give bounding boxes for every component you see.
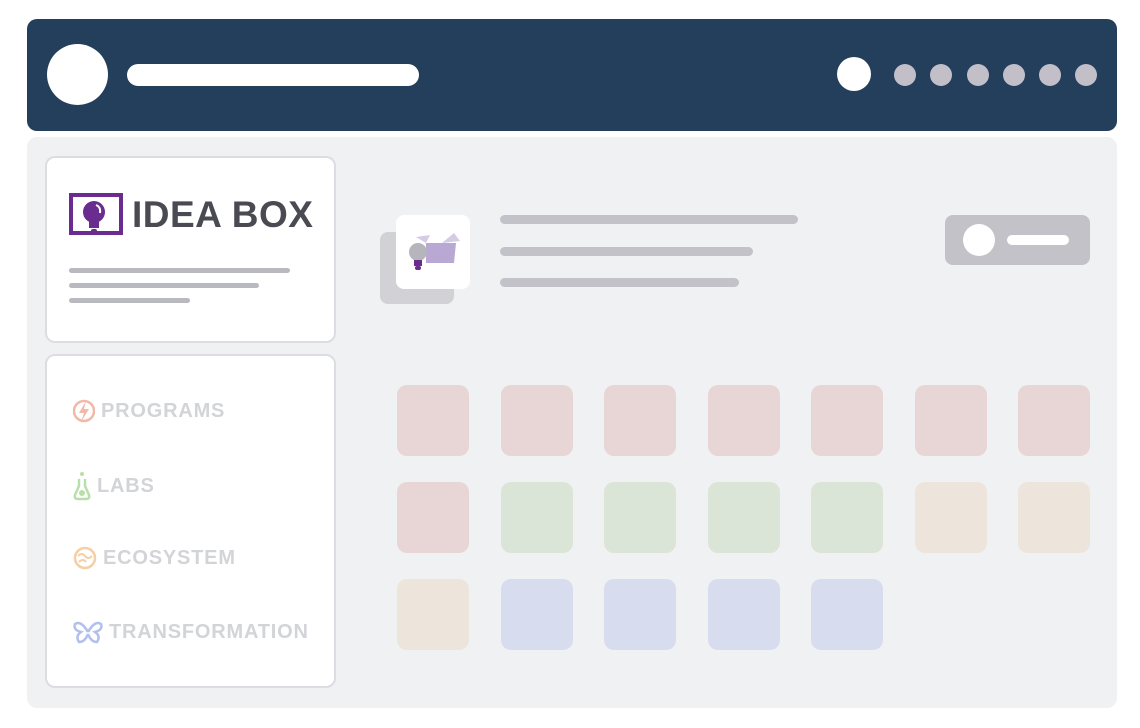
app-tile[interactable] [396,215,470,289]
butterfly-icon [73,621,103,644]
nav-label: LABS [97,474,155,497]
program-tile[interactable] [707,579,780,650]
program-tile[interactable] [707,385,780,456]
program-tile[interactable] [500,579,573,650]
brand-name: IDEA BOX [132,194,314,235]
program-tile[interactable] [604,579,676,650]
program-tile[interactable] [500,482,573,553]
text-placeholder-line [69,298,190,303]
nav-item-labs[interactable]: LABS [73,471,155,501]
program-tile[interactable] [500,385,573,456]
nav-card: PROGRAMS LABS ECOSYSTEM TRANSFORMATION [45,354,336,688]
content-placeholder-line [500,215,798,224]
program-tile[interactable] [811,385,883,456]
nav-label: TRANSFORMATION [109,620,309,643]
program-tile[interactable] [1018,385,1090,456]
text-placeholder-line [69,283,259,288]
nav-item-ecosystem[interactable]: ECOSYSTEM [73,546,236,570]
active-dot-indicator[interactable] [837,57,871,91]
idea-box-open-icon [409,233,460,270]
content-placeholder-line [500,278,739,287]
top-header-bar [27,19,1117,131]
program-tile[interactable] [811,579,883,650]
program-tile[interactable] [914,385,987,456]
brand-card: IDEA BOX [45,156,336,343]
avatar[interactable] [47,44,108,105]
dot-indicator[interactable] [1003,64,1025,86]
idea-box-logo-icon [69,193,123,235]
program-tile[interactable] [914,482,987,553]
toggle-knob [963,224,995,256]
main-panel: IDEA BOX PROGRAMS LABS ECOSYSTEM TRANSFO… [27,137,1117,708]
program-tile[interactable] [397,385,469,456]
program-tile[interactable] [604,385,676,456]
toggle-label-placeholder [1007,235,1069,245]
title-placeholder-bar [127,64,419,86]
toggle-pill-button[interactable] [945,215,1090,265]
content-placeholder-line [500,247,753,256]
nav-label: PROGRAMS [101,399,226,422]
dot-indicator[interactable] [1039,64,1061,86]
dot-indicator[interactable] [967,64,989,86]
program-tile[interactable] [397,579,469,650]
program-tile[interactable] [811,482,883,553]
text-placeholder-line [69,268,290,273]
dot-indicator[interactable] [894,64,916,86]
program-tile[interactable] [707,482,780,553]
nav-label: ECOSYSTEM [103,546,236,569]
lightning-icon [73,399,95,423]
nav-item-programs[interactable]: PROGRAMS [73,398,225,424]
dot-indicator[interactable] [1075,64,1097,86]
program-tile[interactable] [604,482,676,553]
dot-indicator[interactable] [930,64,952,86]
program-tile[interactable] [1018,482,1090,553]
program-tile[interactable] [397,482,469,553]
globe-icon [73,546,97,570]
flask-icon [73,472,91,501]
nav-item-transformation[interactable]: TRANSFORMATION [73,620,309,644]
